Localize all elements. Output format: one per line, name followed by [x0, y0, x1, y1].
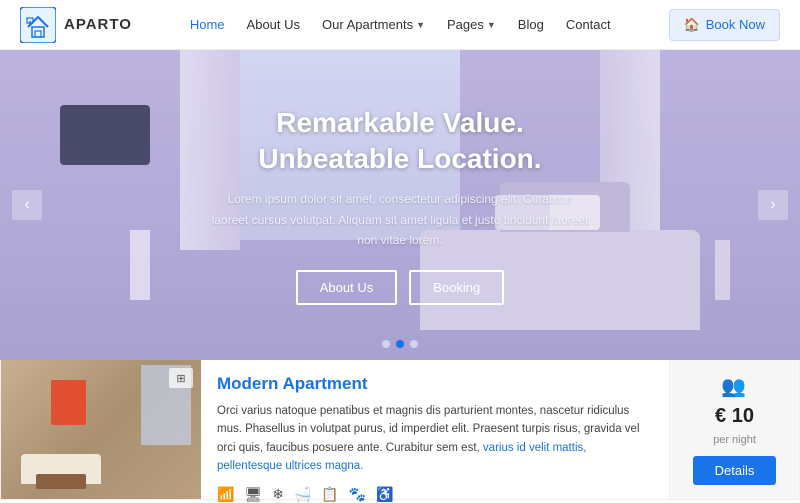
per-night-label: per night [713, 434, 756, 446]
logo[interactable]: APARTO [20, 7, 132, 43]
dot-2[interactable] [396, 340, 404, 348]
book-icon: 🏠 [684, 17, 700, 33]
desk-icon: 📋 [321, 486, 338, 503]
wifi-icon: 📶 [217, 486, 234, 503]
header: APARTO Home About Us Our Apartments ▼ Pa… [0, 0, 800, 50]
card-image-gallery-icon[interactable]: ⊞ [169, 368, 193, 388]
nav-our-apartments[interactable]: Our Apartments ▼ [322, 17, 425, 32]
grid-icon: ⊞ [176, 372, 185, 385]
hero-subtitle: Lorem ipsum dolor sit amet, consectetur … [210, 189, 590, 250]
table-decor [36, 474, 86, 489]
nav-pages[interactable]: Pages ▼ [447, 17, 496, 32]
tv-icon: 🖥 [244, 486, 262, 503]
people-icon: 👥 [721, 374, 748, 399]
details-button[interactable]: Details [693, 456, 777, 485]
price: € 10 [715, 405, 754, 428]
hero-overlay: Remarkable Value. Unbeatable Location. L… [0, 50, 800, 360]
logo-text: APARTO [64, 16, 132, 33]
nav-about-us[interactable]: About Us [247, 17, 300, 32]
card-pricing: 👥 € 10 per night Details [669, 360, 799, 499]
apartment-card: ⊞ Modern Apartment Orci varius natoque p… [0, 360, 800, 500]
pet-icon: 🐾 [349, 486, 366, 503]
arrow-right-icon: › [770, 196, 775, 214]
hero-dots [382, 340, 418, 348]
hero-buttons: About Us Booking [296, 270, 504, 305]
hero-prev-button[interactable]: ‹ [12, 190, 42, 220]
pages-arrow-icon: ▼ [487, 20, 496, 30]
hero-next-button[interactable]: › [758, 190, 788, 220]
accessible-icon: ♿ [376, 486, 393, 503]
bath-icon: 🛁 [294, 486, 311, 503]
nav-contact[interactable]: Contact [566, 17, 611, 32]
dot-3[interactable] [410, 340, 418, 348]
apartments-arrow-icon: ▼ [416, 20, 425, 30]
arrow-left-icon: ‹ [24, 196, 29, 214]
book-now-button[interactable]: 🏠 Book Now [669, 9, 780, 41]
card-image: ⊞ [1, 360, 201, 499]
hero-section: Remarkable Value. Unbeatable Location. L… [0, 50, 800, 360]
hero-about-button[interactable]: About Us [296, 270, 397, 305]
hero-booking-button[interactable]: Booking [409, 270, 504, 305]
card-content: Modern Apartment Orci varius natoque pen… [201, 360, 669, 499]
nav-blog[interactable]: Blog [518, 17, 544, 32]
card-amenities: 📶 🖥 ❄ 🛁 📋 🐾 ♿ [217, 486, 653, 503]
nav-home[interactable]: Home [190, 17, 225, 32]
art-decor [51, 380, 86, 425]
main-nav: Home About Us Our Apartments ▼ Pages ▼ B… [190, 17, 611, 32]
card-description: Orci varius natoque penatibus et magnis … [217, 402, 653, 476]
logo-icon [20, 7, 56, 43]
hero-title: Remarkable Value. Unbeatable Location. [200, 105, 600, 178]
card-desc-link[interactable]: varius id velit mattis, pellentesque ult… [217, 442, 586, 472]
ac-icon: ❄ [272, 486, 284, 503]
card-title: Modern Apartment [217, 374, 653, 394]
dot-1[interactable] [382, 340, 390, 348]
